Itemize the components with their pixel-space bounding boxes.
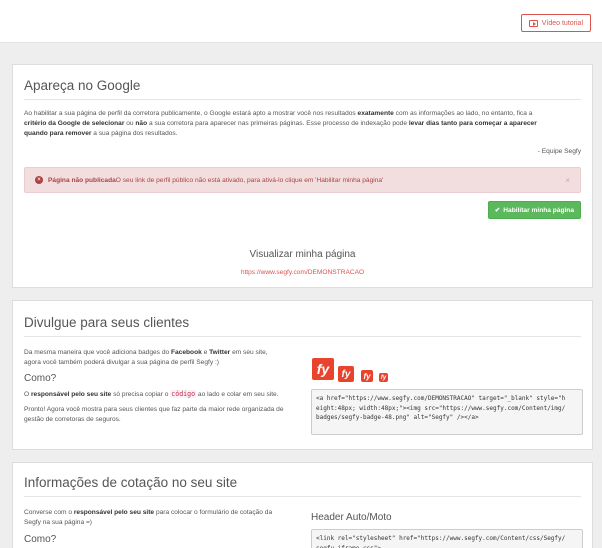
share-how-heading: Como? [24,373,57,384]
enable-page-button[interactable]: ✔ Habilitar minha página [487,201,581,219]
divider [24,496,581,497]
segfy-badge-48: fy [312,358,334,380]
quote-how-heading: Como? [24,534,57,545]
alert-title: Página não publicada [48,176,116,184]
page-link-wrap: https://www.segfy.com/DEMONSTRACAO [13,269,592,276]
header-auto-moto-label: Header Auto/Moto [311,512,392,523]
play-video-icon [528,19,538,27]
top-bar: Vídeo tutorial [0,0,602,43]
stylesheet-embed-code[interactable]: <link rel="stylesheet" href="https://www… [311,529,583,548]
divider [24,99,581,100]
quote-intro-text: Converse com o responsável pelo seu site… [24,509,273,526]
signature: - Equipe Segfy [537,148,581,155]
share-ready-text: Pronto! Agora você mostra para seus clie… [24,406,284,423]
share-how-text: O responsável pelo seu site só precisa c… [24,390,279,398]
video-tutorial-button[interactable]: Vídeo tutorial [520,14,591,32]
segfy-badge-16: fy [379,373,388,382]
segfy-badge-32: fy [338,366,354,382]
view-page-label: Visualizar minha página [249,249,356,260]
public-page-link[interactable]: https://www.segfy.com/DEMONSTRACAO [241,269,364,276]
quote-panel-title: Informações de cotação no seu site [24,475,238,490]
share-intro-text: Da mesma maneira que você adiciona badge… [24,349,268,366]
google-panel: Apareça no Google Ao habilitar a sua pág… [12,64,593,288]
divider [24,336,581,337]
badge-embed-code[interactable]: <a href="https://www.segfy.com/DEMONSTRA… [311,389,583,435]
segfy-badge-24: fy [361,370,373,382]
check-icon: ✔ [494,207,501,214]
error-icon: × [35,176,43,184]
close-icon[interactable]: × [565,176,570,185]
alert-text: O seu link de perfil público não está at… [115,176,384,184]
share-panel-title: Divulgue para seus clientes [24,315,190,330]
video-tutorial-label: Vídeo tutorial [541,19,583,27]
share-panel: Divulgue para seus clientes Da mesma man… [12,300,593,450]
google-panel-title: Apareça no Google [24,78,141,93]
google-intro-text: Ao habilitar a sua página de perfil da c… [24,110,537,137]
enable-page-label: Habilitar minha página [503,206,574,214]
unpublished-alert: × Página não publicada O seu link de per… [24,167,581,193]
quote-panel: Informações de cotação no seu site Conve… [12,462,593,548]
